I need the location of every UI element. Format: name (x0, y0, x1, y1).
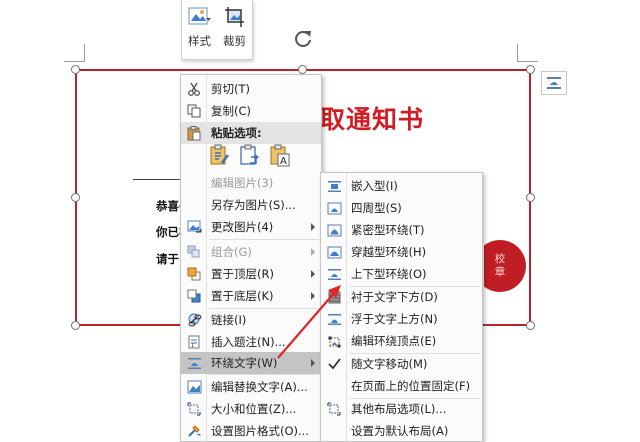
submenu-arrow-icon (311, 248, 315, 256)
resize-handle-top-right[interactable] (526, 65, 535, 74)
crop-mark (84, 44, 85, 62)
wrap-through-icon (321, 241, 347, 263)
menu-separator (209, 239, 319, 240)
wrap-square-icon (321, 197, 347, 219)
menu-item-label: 编辑替换文字(A)... (211, 380, 308, 394)
menu-item-label: 链接(I) (211, 313, 247, 327)
menu-item-group: 组合(G) (181, 241, 321, 263)
bring-front-icon (181, 263, 207, 285)
document-rule (133, 179, 181, 180)
layout-options-icon (547, 77, 561, 89)
wrap-text-icon (181, 352, 207, 374)
wrap-inline-icon (321, 175, 347, 197)
layout-options-icon (321, 398, 347, 420)
menu-item-label: 编辑图片(3) (211, 176, 274, 190)
svg-text:A: A (280, 156, 287, 167)
picture-style-icon (188, 6, 212, 28)
svg-text:1: 1 (191, 343, 194, 349)
paste-picture-icon[interactable] (239, 143, 261, 167)
menu-item-label: 编辑环绕顶点(E) (351, 334, 437, 348)
document-line-3: 请于 (156, 252, 179, 266)
submenu-item-more-layout-options[interactable]: 其他布局选项(L)... (321, 398, 482, 420)
menu-item-label: 在页面上的位置固定(F) (351, 379, 471, 393)
menu-item-label: 另存为图片(S)... (211, 198, 296, 212)
menu-item-alt-text[interactable]: 编辑替换文字(A)... (181, 376, 321, 398)
menu-item-label: 上下型环绕(O) (351, 267, 427, 281)
link-icon (181, 309, 207, 331)
paste-options-row: A (209, 143, 291, 171)
menu-item-label: 设置图片格式(O)... (211, 424, 309, 438)
menu-item-size-position[interactable]: 大小和位置(Z)... (181, 398, 321, 420)
crop-icon (224, 6, 246, 28)
menu-item-copy[interactable]: 复制(C) (181, 100, 321, 122)
paste-text-only-icon[interactable]: A (269, 143, 291, 167)
resize-handle-top-center[interactable] (298, 65, 307, 74)
style-label: 样式 (188, 34, 211, 48)
submenu-item-square[interactable]: 四周型(S) (321, 197, 482, 219)
resize-handle-top-left[interactable] (71, 65, 80, 74)
scissors-icon (181, 78, 207, 100)
resize-handle-middle-left[interactable] (71, 193, 80, 202)
annotation-arrow (277, 285, 341, 359)
crop-mark (517, 61, 538, 62)
menu-item-label: 粘贴选项: (211, 126, 262, 140)
menu-item-label: 大小和位置(Z)... (211, 402, 297, 416)
menu-paste-options-header: 粘贴选项: (181, 122, 321, 144)
menu-item-cut[interactable]: 剪切(T) (181, 78, 321, 100)
caption-icon: 1 (181, 331, 207, 353)
menu-item-label: 复制(C) (211, 104, 252, 118)
format-picture-icon (181, 420, 207, 442)
submenu-item-set-default-layout[interactable]: 设置为默认布局(A) (321, 420, 482, 442)
submenu-item-fix-position[interactable]: 在页面上的位置固定(F) (321, 375, 482, 397)
menu-item-label: 其他布局选项(L)... (351, 402, 447, 416)
menu-item-label: 置于底层(K) (211, 289, 274, 303)
menu-item-change-picture[interactable]: 更改图片(4) (181, 216, 321, 238)
context-menu: 剪切(T) 复制(C) 粘贴选项: A 编辑图片(3) 另存为图片(S)... (180, 74, 322, 442)
menu-item-format-picture[interactable]: 设置图片格式(O)... (181, 420, 321, 442)
menu-item-label: 紧密型环绕(T) (351, 223, 425, 237)
submenu-arrow-icon (311, 270, 315, 278)
crop-mark (517, 44, 518, 62)
submenu-item-through[interactable]: 穿越型环绕(H) (321, 241, 482, 263)
resize-handle-middle-right[interactable] (526, 193, 535, 202)
size-position-icon (181, 398, 207, 420)
style-button[interactable]: 样式 (182, 6, 217, 59)
submenu-item-tight[interactable]: 紧密型环绕(T) (321, 219, 482, 241)
menu-item-label: 浮于文字上方(N) (351, 312, 438, 326)
menu-item-label: 随文字移动(M) (351, 357, 428, 371)
rotate-handle[interactable] (292, 28, 314, 50)
wrap-tight-icon (321, 219, 347, 241)
resize-handle-bottom-left[interactable] (71, 321, 80, 330)
rotate-icon (295, 31, 311, 47)
menu-item-label: 环绕文字(W) (211, 356, 278, 370)
menu-item-label: 设置为默认布局(A) (351, 424, 449, 438)
crop-button[interactable]: 裁剪 (217, 6, 252, 59)
menu-item-label: 四周型(S) (351, 201, 402, 215)
menu-separator (209, 374, 319, 375)
paste-keep-format-icon[interactable] (209, 143, 231, 167)
menu-item-label: 嵌入型(I) (351, 179, 398, 193)
menu-item-label: 组合(G) (211, 245, 252, 259)
menu-item-save-as-picture[interactable]: 另存为图片(S)... (181, 194, 321, 216)
submenu-item-inline[interactable]: 嵌入型(I) (321, 175, 482, 197)
menu-item-label: 穿越型环绕(H) (351, 245, 427, 259)
menu-item-edit-picture: 编辑图片(3) (181, 172, 321, 194)
group-icon (181, 241, 207, 263)
send-back-icon (181, 285, 207, 307)
menu-item-label: 衬于文字下方(D) (351, 290, 438, 304)
paste-icon (181, 122, 207, 144)
copy-icon (181, 100, 207, 122)
crop-mark (64, 61, 85, 62)
change-picture-icon (181, 216, 207, 238)
mini-toolbar: 样式 裁剪 (181, 0, 253, 60)
layout-options-button[interactable] (541, 71, 567, 95)
menu-item-label: 置于顶层(R) (211, 267, 274, 281)
crop-label: 裁剪 (223, 34, 246, 48)
submenu-arrow-icon (311, 223, 315, 231)
document-title: 取通知书 (320, 105, 425, 134)
resize-handle-bottom-right[interactable] (526, 321, 535, 330)
menu-item-label: 更改图片(4) (211, 220, 274, 234)
menu-item-label: 剪切(T) (211, 82, 250, 96)
alt-text-icon (181, 376, 207, 398)
